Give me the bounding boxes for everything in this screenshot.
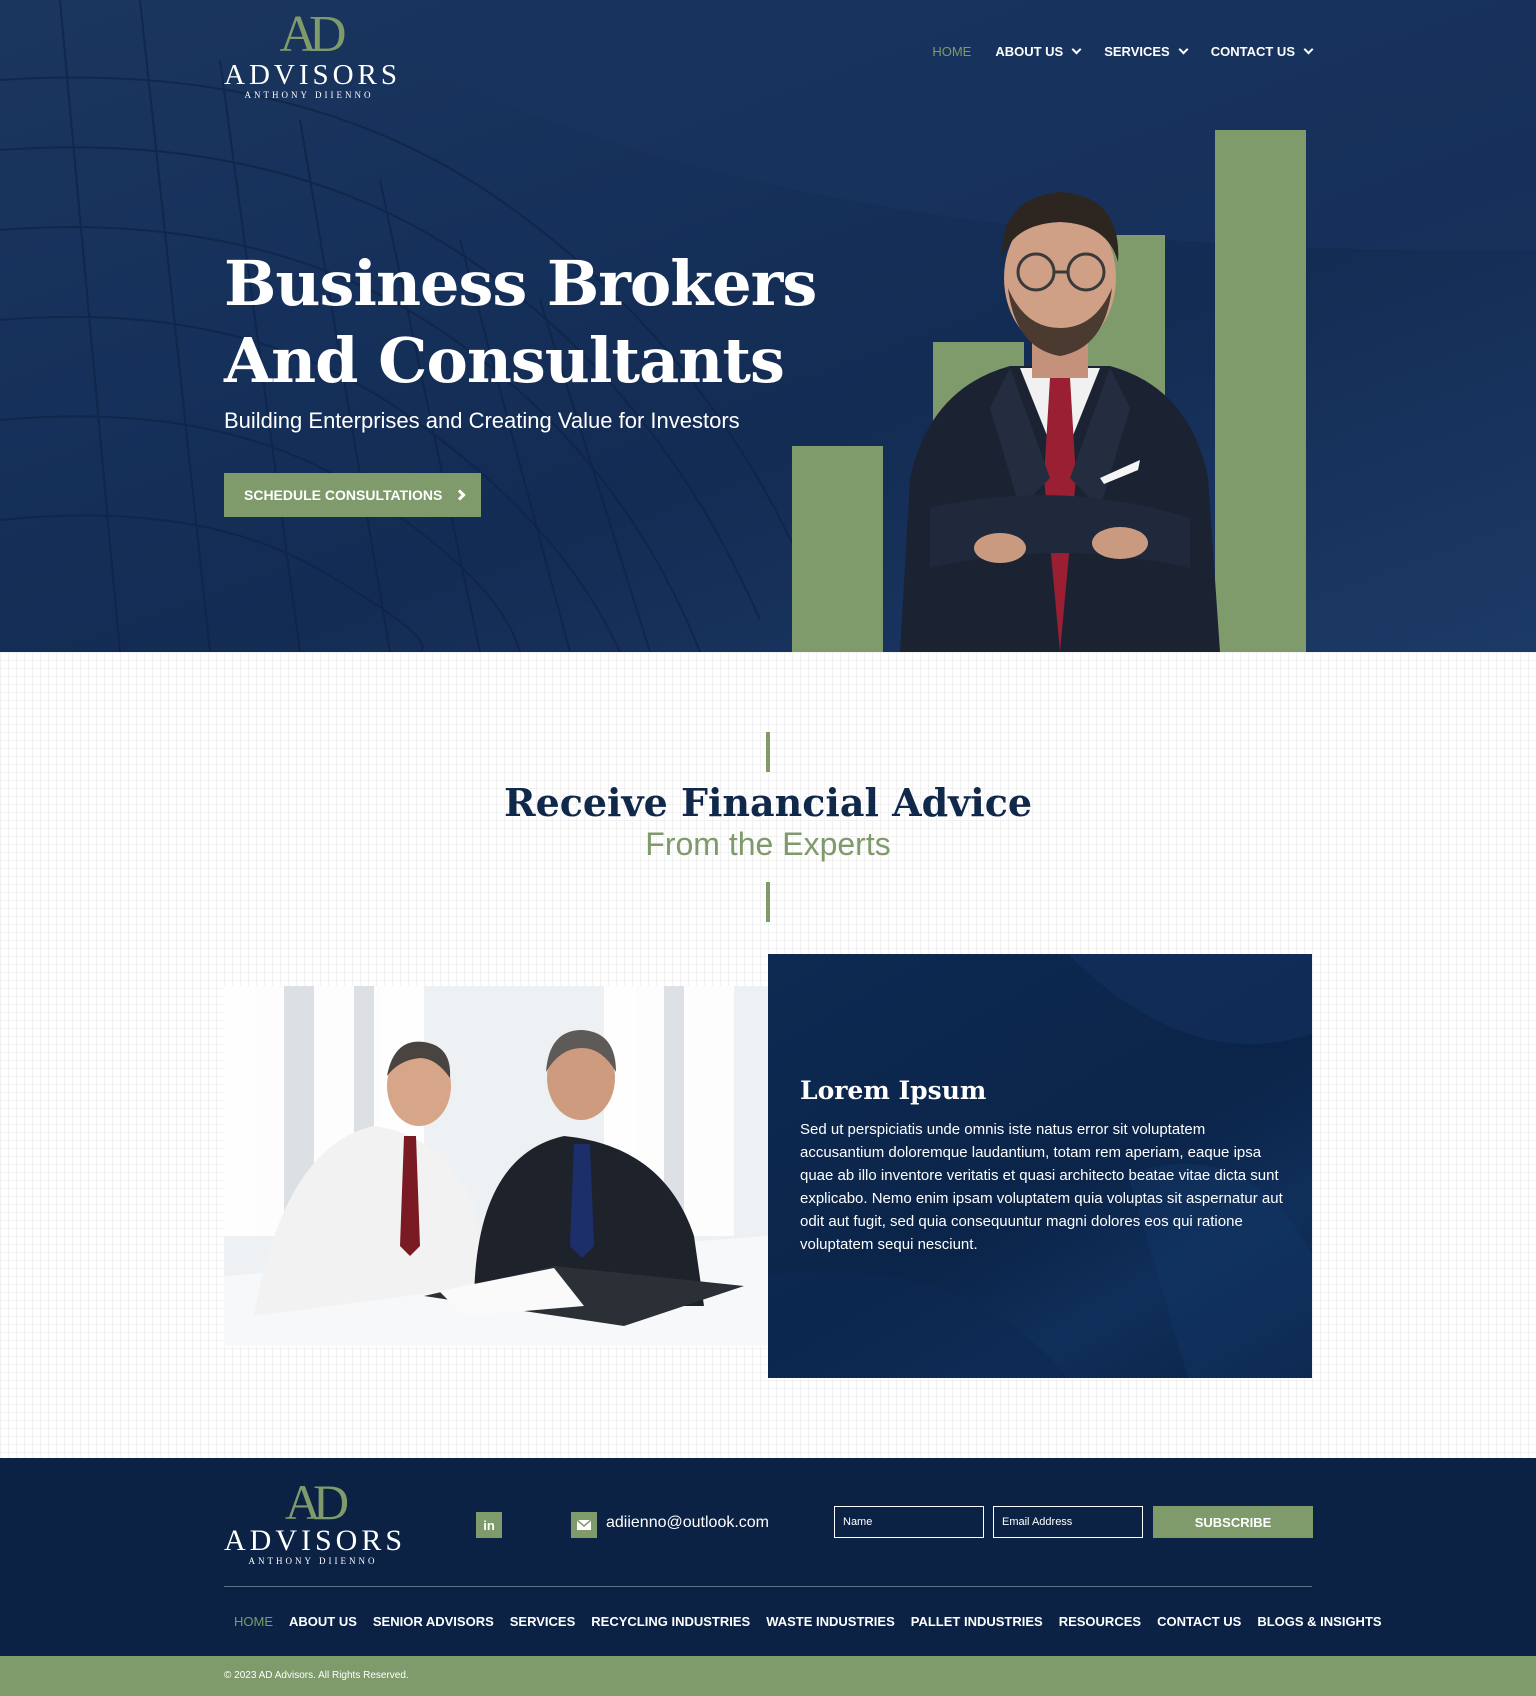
email-icon: [571, 1512, 597, 1538]
hero-title-line1: Business Brokers: [224, 247, 817, 320]
footer-nav: HOME ABOUT US SENIOR ADVISORS SERVICES R…: [234, 1614, 1398, 1629]
logo-subtitle: ANTHONY DIIENNO: [244, 90, 374, 100]
envelope-icon: [577, 1520, 591, 1530]
hero-section: AD ADVISORS ANTHONY DIIENNO HOME ABOUT U…: [0, 0, 1536, 652]
logo-subtitle: ANTHONY DIIENNO: [248, 1556, 378, 1566]
logo-wordmark: ADVISORS: [224, 59, 402, 91]
cta-label: SCHEDULE CONSULTATIONS: [244, 487, 443, 503]
footer-link-senior-advisors[interactable]: SENIOR ADVISORS: [373, 1614, 494, 1629]
footer-link-resources[interactable]: RESOURCES: [1059, 1614, 1141, 1629]
card-title: Lorem Ipsum: [800, 1076, 987, 1105]
divider-line-top: [766, 732, 770, 772]
copyright-bar: © 2023 AD Advisors. All Rights Reserved.: [0, 1656, 1536, 1696]
nav-item-label: CONTACT US: [1210, 44, 1295, 59]
nav-item-home[interactable]: HOME: [932, 44, 971, 59]
section-title: Receive Financial Advice: [503, 780, 1033, 825]
hero-title: Business Brokers And Consultants: [224, 245, 864, 399]
linkedin-icon[interactable]: in: [476, 1512, 502, 1538]
chevron-down-icon: [1303, 44, 1314, 55]
businessman-image: [900, 192, 1220, 652]
nav-item-about-us[interactable]: ABOUT US: [995, 44, 1082, 59]
logo-mark: AD: [284, 1474, 349, 1530]
chevron-down-icon: [1178, 44, 1189, 55]
footer-divider: [224, 1586, 1312, 1587]
nav-item-contact-us[interactable]: CONTACT US: [1210, 44, 1314, 59]
nav-item-label: HOME: [932, 44, 972, 59]
chevron-right-icon: [454, 489, 467, 501]
footer-link-blogs-insights[interactable]: BLOGS & INSIGHTS: [1257, 1614, 1381, 1629]
footer-link-recycling-industries[interactable]: RECYCLING INDUSTRIES: [591, 1614, 750, 1629]
decor-bar-1: [792, 446, 883, 652]
hero-subtitle: Building Enterprises and Creating Value …: [224, 408, 740, 433]
nav-item-label: SERVICES: [1104, 44, 1170, 59]
chevron-down-icon: [1071, 44, 1082, 55]
schedule-consultations-button[interactable]: SCHEDULE CONSULTATIONS: [224, 473, 481, 517]
advisors-meeting-photo: [224, 986, 768, 1346]
footer-link-about-us[interactable]: ABOUT US: [289, 1614, 357, 1629]
info-card: Lorem Ipsum Sed ut perspiciatis unde omn…: [768, 954, 1312, 1378]
main-nav: HOME ABOUT US SERVICES CONTACT US: [908, 44, 1314, 59]
subscribe-button[interactable]: SUBSCRIBE: [1153, 1506, 1313, 1538]
footer-link-pallet-industries[interactable]: PALLET INDUSTRIES: [911, 1614, 1043, 1629]
card-text: Sed ut perspiciatis unde omnis iste natu…: [800, 1121, 1283, 1253]
footer-link-services[interactable]: SERVICES: [510, 1614, 576, 1629]
advice-section: Receive Financial Advice From the Expert…: [0, 652, 1536, 1458]
hero-title-line2: And Consultants: [224, 324, 785, 397]
divider-line-bottom: [766, 882, 770, 922]
nav-item-services[interactable]: SERVICES: [1104, 44, 1189, 59]
footer-logo[interactable]: AD ADVISORS ANTHONY DIIENNO: [224, 1474, 407, 1566]
newsletter-email-input[interactable]: [993, 1506, 1143, 1538]
logo-mark: AD: [279, 6, 346, 63]
footer-link-waste-industries[interactable]: WASTE INDUSTRIES: [766, 1614, 895, 1629]
footer-link-contact-us[interactable]: CONTACT US: [1157, 1614, 1241, 1629]
logo-wordmark: ADVISORS: [224, 1524, 407, 1557]
brand-logo[interactable]: AD ADVISORS ANTHONY DIIENNO: [224, 6, 402, 101]
section-subtitle: From the Experts: [645, 826, 891, 862]
footer-email-link[interactable]: adiienno@outlook.com: [606, 1514, 769, 1532]
nav-item-label: ABOUT US: [995, 44, 1064, 59]
newsletter-name-input[interactable]: [834, 1506, 984, 1538]
copyright-text: © 2023 AD Advisors. All Rights Reserved.: [224, 1670, 409, 1681]
footer-link-home[interactable]: HOME: [234, 1614, 273, 1629]
site-footer: AD ADVISORS ANTHONY DIIENNO in adiienno@…: [0, 1458, 1536, 1656]
